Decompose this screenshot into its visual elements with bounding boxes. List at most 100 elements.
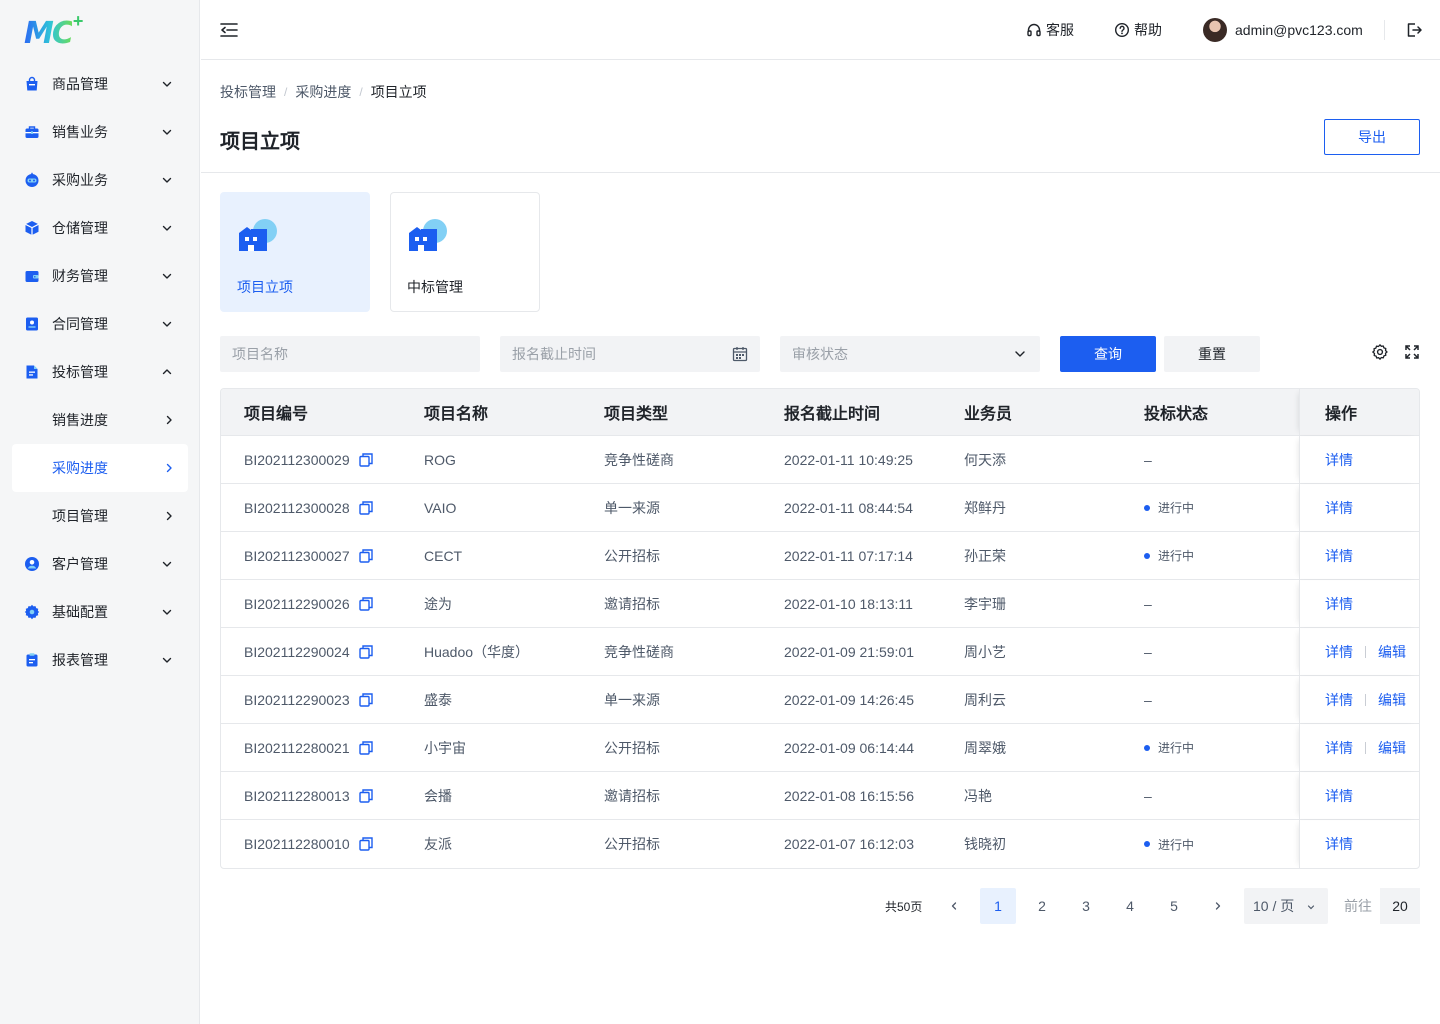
column-header: 项目名称 — [424, 406, 489, 423]
actions-cell: 详情 — [1299, 436, 1419, 483]
query-button[interactable]: 查询 — [1060, 336, 1156, 372]
clipboard-icon — [24, 652, 40, 668]
deadline-placeholder: 报名截止时间 — [512, 346, 596, 362]
edit-link[interactable]: 编辑 — [1378, 690, 1406, 710]
sidebar-item[interactable]: 客户管理 — [0, 540, 200, 588]
actions-cell: 详情 — [1299, 484, 1419, 531]
actions-cell: 详情 — [1299, 580, 1419, 627]
logout-icon[interactable] — [1404, 20, 1424, 40]
project-id: BI202112300027 — [244, 547, 350, 564]
status-text: – — [1144, 691, 1152, 708]
goto-page-input[interactable]: 20 — [1380, 888, 1420, 924]
sidebar-item[interactable]: 合同管理 — [0, 300, 200, 348]
prev-page-icon[interactable] — [936, 888, 972, 924]
detail-link[interactable]: 详情 — [1325, 642, 1353, 662]
status-dot — [1144, 841, 1150, 847]
copy-icon[interactable] — [358, 596, 374, 612]
chevron-right-icon — [162, 413, 176, 427]
help-link[interactable]: 帮助 — [1114, 20, 1162, 40]
logo-plus: + — [72, 11, 84, 31]
sidebar: MC + 商品管理 销售业务 采购业务 仓储管理 财务管理 合同管理投标管理销售进度 采购进… — [0, 0, 200, 1024]
detail-link[interactable]: 详情 — [1325, 498, 1353, 518]
copy-icon[interactable] — [358, 788, 374, 804]
export-button[interactable]: 导出 — [1324, 119, 1420, 155]
brand-logo[interactable]: MC + — [24, 11, 84, 49]
chevron-down-icon — [160, 125, 174, 139]
breadcrumb-item[interactable]: 采购进度 — [295, 82, 351, 102]
project-id-cell: BI202112290023 — [244, 676, 374, 723]
card-project-setup[interactable]: 项目立项 — [220, 192, 370, 312]
deadline-date-picker[interactable]: 报名截止时间 — [500, 336, 760, 372]
sidebar-item[interactable]: 采购业务 — [0, 156, 200, 204]
staff-cell: 周利云 — [964, 691, 1006, 708]
project-name-cell: ROG — [424, 451, 456, 468]
collapse-menu-icon[interactable] — [219, 20, 239, 40]
building-icon — [409, 219, 447, 251]
project-id: BI202112280021 — [244, 739, 350, 756]
sidebar-item[interactable]: 投标管理 — [0, 348, 200, 396]
action-divider — [1365, 741, 1366, 754]
page-number-button[interactable]: 2 — [1024, 888, 1060, 924]
review-status-select[interactable]: 审核状态 — [780, 336, 1040, 372]
copy-icon[interactable] — [358, 500, 374, 516]
deadline-cell: 2022-01-11 08:44:54 — [784, 499, 913, 516]
copy-icon[interactable] — [358, 692, 374, 708]
detail-link[interactable]: 详情 — [1325, 546, 1353, 566]
project-id: BI202112300028 — [244, 499, 350, 516]
copy-icon[interactable] — [358, 836, 374, 852]
project-id: BI202112290024 — [244, 643, 350, 660]
sidebar-item[interactable]: 基础配置 — [0, 588, 200, 636]
edit-link[interactable]: 编辑 — [1378, 642, 1406, 662]
column-header: 项目类型 — [604, 406, 669, 423]
detail-link[interactable]: 详情 — [1325, 834, 1353, 854]
project-name-cell: Huadoo（华度） — [424, 643, 530, 660]
sidebar-item[interactable]: 销售业务 — [0, 108, 200, 156]
next-page-icon[interactable] — [1200, 888, 1236, 924]
settings-icon[interactable] — [1371, 343, 1389, 361]
copy-icon[interactable] — [358, 740, 374, 756]
help-circle-icon — [1114, 22, 1130, 38]
chevron-down-icon — [160, 605, 174, 619]
sidebar-subitem[interactable]: 采购进度 — [12, 444, 188, 492]
sidebar-item[interactable]: 财务管理 — [0, 252, 200, 300]
detail-link[interactable]: 详情 — [1325, 738, 1353, 758]
status-text: – — [1144, 595, 1152, 612]
fullscreen-icon[interactable] — [1403, 343, 1421, 361]
detail-link[interactable]: 详情 — [1325, 690, 1353, 710]
project-id-cell: BI202112300029 — [244, 436, 374, 483]
copy-icon[interactable] — [358, 548, 374, 564]
page-number-button[interactable]: 4 — [1112, 888, 1148, 924]
sidebar-subitem[interactable]: 销售进度 — [12, 396, 188, 444]
app-root: MC + 商品管理 销售业务 采购业务 仓储管理 财务管理 合同管理 投标管理 销售进度 采购进… — [0, 0, 1440, 1024]
header-divider — [1384, 20, 1385, 40]
sidebar-item[interactable]: 仓储管理 — [0, 204, 200, 252]
status-text: 进行中 — [1158, 501, 1195, 515]
status-text: 进行中 — [1158, 837, 1195, 852]
user-menu[interactable]: admin@pvc123.com — [1203, 18, 1363, 42]
table-row: BI202112280021 小宇宙 公开招标 2022-01-09 06:14:44… — [221, 724, 1419, 772]
page-size-select[interactable]: 10 / 页 — [1244, 888, 1328, 924]
detail-link[interactable]: 详情 — [1325, 786, 1353, 806]
project-name-cell: 友派 — [424, 836, 452, 852]
copy-icon[interactable] — [358, 644, 374, 660]
detail-link[interactable]: 详情 — [1325, 450, 1353, 470]
copy-icon[interactable] — [358, 452, 374, 468]
card-bid-win-management[interactable]: 中标管理 — [390, 192, 540, 312]
sidebar-item[interactable]: 报表管理 — [0, 636, 200, 684]
column-header: 报名截止时间 — [784, 406, 881, 423]
sidebar-item-label: 投标管理 — [52, 364, 108, 380]
page-number-button[interactable]: 1 — [980, 888, 1016, 924]
building-icon — [239, 219, 277, 251]
customer-service-link[interactable]: 客服 — [1026, 20, 1074, 40]
page-number-button[interactable]: 5 — [1156, 888, 1192, 924]
breadcrumb-item[interactable]: 投标管理 — [220, 82, 276, 102]
chevron-up-icon — [160, 365, 174, 379]
sidebar-subitem[interactable]: 项目管理 — [12, 492, 188, 540]
reset-button[interactable]: 重置 — [1164, 336, 1260, 372]
edit-link[interactable]: 编辑 — [1378, 738, 1406, 758]
sidebar-item[interactable]: 商品管理 — [0, 60, 200, 108]
page-number-button[interactable]: 3 — [1068, 888, 1104, 924]
status-text: 进行中 — [1158, 549, 1195, 563]
detail-link[interactable]: 详情 — [1325, 594, 1353, 614]
project-name-input[interactable]: 项目名称 — [220, 336, 480, 372]
